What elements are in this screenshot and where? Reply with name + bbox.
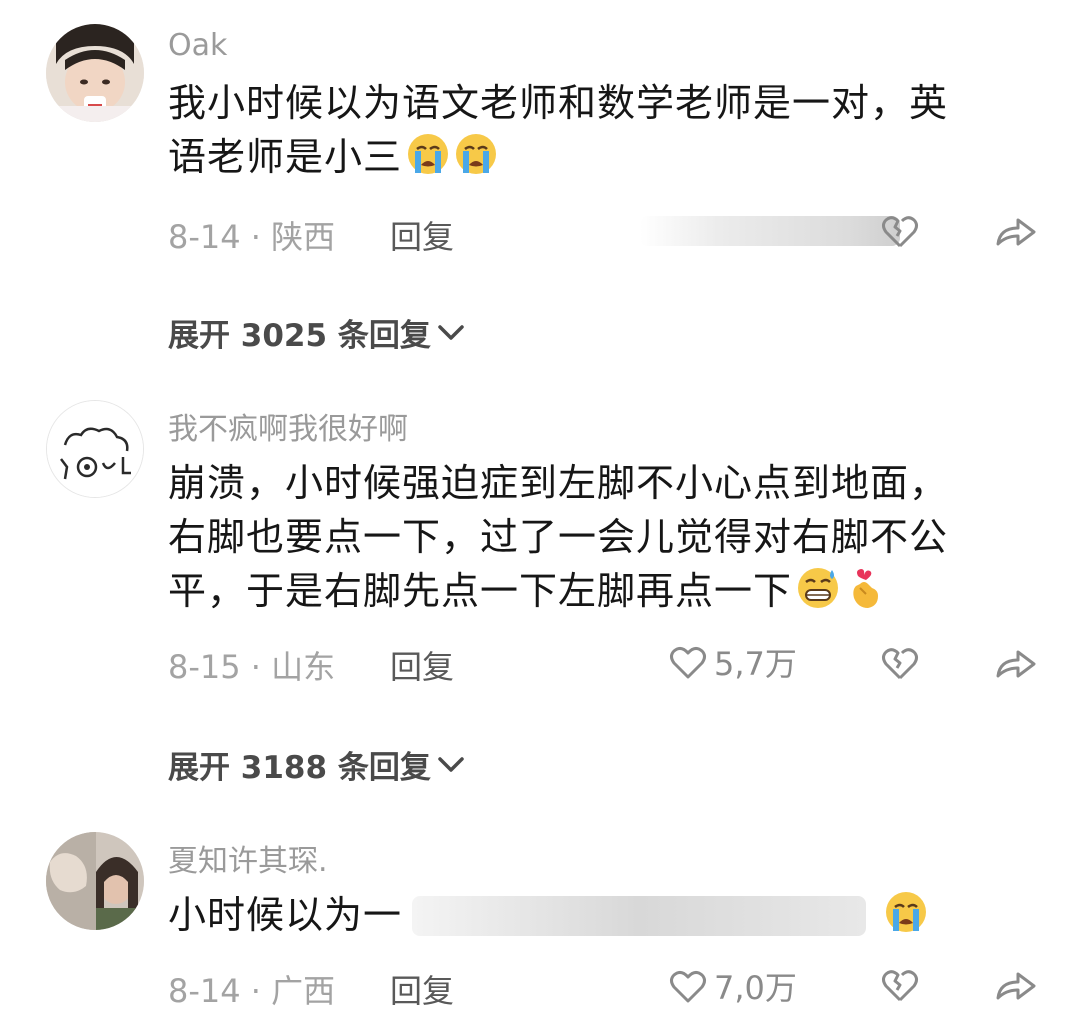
grinning-face-with-sweat-icon xyxy=(798,568,839,608)
comment-text: 崩溃，小时候强迫症到左脚不小心点到地面， 右脚也要点一下，过了一会儿觉得对右脚不… xyxy=(168,456,1028,618)
comment-text-line: 我小时候以为语文老师和数学老师是一对，英 xyxy=(168,81,949,125)
loudly-crying-face-icon xyxy=(456,134,497,174)
broken-heart-icon[interactable] xyxy=(880,644,920,684)
broken-heart-icon[interactable] xyxy=(880,212,920,252)
redacted-area xyxy=(412,896,866,936)
share-icon[interactable] xyxy=(994,214,1038,250)
date-location: 8-14 · 广西 xyxy=(168,972,336,1010)
reply-button[interactable]: 回复 xyxy=(390,966,454,1012)
like-count: 7,0万 xyxy=(714,969,797,1007)
reply-button[interactable]: 回复 xyxy=(390,642,454,688)
comment-text-line: 语老师是小三 xyxy=(168,135,403,179)
username[interactable]: Oak xyxy=(168,28,227,63)
date-location: 8-14 · 陕西 xyxy=(168,218,336,256)
reply-button[interactable]: 回复 xyxy=(390,212,454,258)
comment-text: 我小时候以为语文老师和数学老师是一对，英 语老师是小三 xyxy=(168,76,1028,184)
heart-icon xyxy=(670,646,706,679)
loudly-crying-face-icon xyxy=(886,892,926,932)
comment-text-line: 崩溃，小时候强迫症到左脚不小心点到地面， xyxy=(168,461,949,505)
comment-text-line: 平，于是右脚先点一下左脚再点一下 xyxy=(168,569,793,613)
date-location: 8-15 · 山东 xyxy=(168,648,336,686)
like-count: 5,7万 xyxy=(714,645,797,683)
redacted-area xyxy=(640,216,900,246)
finger-heart-icon xyxy=(853,569,879,608)
username[interactable]: 我不疯啊我很好啊 xyxy=(168,404,408,448)
broken-heart-icon[interactable] xyxy=(880,966,920,1006)
like-button[interactable]: 7,0万 xyxy=(668,966,797,1007)
expand-replies-button[interactable]: 展开 3025 条回复 xyxy=(168,310,465,355)
loudly-crying-face-icon xyxy=(408,134,449,174)
avatar[interactable] xyxy=(46,832,144,930)
chevron-down-icon xyxy=(438,324,464,340)
avatar[interactable] xyxy=(46,24,144,122)
like-button[interactable]: 5,7万 xyxy=(668,642,797,683)
heart-icon xyxy=(670,970,706,1003)
share-icon[interactable] xyxy=(994,968,1038,1004)
comment-text-line: 右脚也要点一下，过了一会儿觉得对右脚不公 xyxy=(168,515,949,559)
chevron-down-icon xyxy=(438,756,464,772)
comment-text-line: 小时候以为一 xyxy=(168,893,403,937)
share-icon[interactable] xyxy=(994,646,1038,682)
expand-replies-label: 展开 3025 条回复 xyxy=(168,318,431,354)
expand-replies-label: 展开 3188 条回复 xyxy=(168,750,431,786)
avatar[interactable] xyxy=(46,400,144,498)
expand-replies-button[interactable]: 展开 3188 条回复 xyxy=(168,742,465,787)
username[interactable]: 夏知许其琛. xyxy=(168,836,328,880)
